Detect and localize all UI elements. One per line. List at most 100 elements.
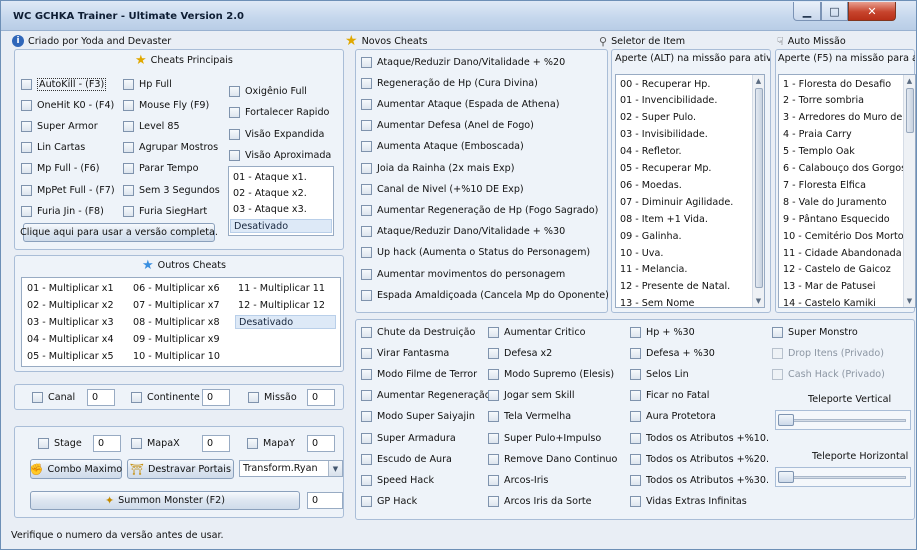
cheat-checkbox[interactable]: Ataque/Reduzir Dano/Vitalidade + %30 xyxy=(361,225,565,239)
checkbox-box[interactable] xyxy=(123,120,134,132)
checkbox-box[interactable] xyxy=(21,120,32,132)
cheat-checkbox[interactable]: Defesa x2 xyxy=(488,346,552,360)
list-item[interactable]: 3 - Arredores do Muro de Se xyxy=(783,111,915,125)
maximize-button[interactable]: □ xyxy=(821,2,848,21)
list-item[interactable]: 12 - Castelo de Gaicoz xyxy=(783,263,891,277)
list-item[interactable]: 12 - Multiplicar 12 xyxy=(238,298,325,312)
cheat-checkbox[interactable]: Super Armadura xyxy=(361,431,456,445)
list-item[interactable]: 4 - Praia Carry xyxy=(783,128,852,142)
cheat-checkbox[interactable]: Espada Amaldiçoada (Cancela Mp do Oponen… xyxy=(361,288,609,302)
list-item[interactable]: 05 - Multiplicar x5 xyxy=(27,349,114,363)
scroll-thumb[interactable] xyxy=(755,88,763,288)
destravar-portais-button[interactable]: ⛩ Destravar Portais xyxy=(127,459,234,479)
list-item[interactable]: 09 - Multiplicar x9 xyxy=(133,332,220,346)
checkbox-box[interactable] xyxy=(361,162,372,174)
checkbox-box[interactable] xyxy=(361,77,372,89)
cheat-checkbox[interactable]: Sem 3 Segundos xyxy=(123,183,220,197)
checkbox-box[interactable] xyxy=(123,142,134,154)
cheat-checkbox[interactable]: Aumentar Critico xyxy=(488,325,586,339)
checkbox-box[interactable] xyxy=(361,390,372,402)
summon-monster-button[interactable]: ✦ Summon Monster (F2) xyxy=(30,491,300,510)
chevron-down-icon[interactable]: ▼ xyxy=(328,461,342,476)
cheat-checkbox[interactable]: Furia SiegHart xyxy=(123,204,207,218)
cheat-checkbox[interactable]: Visão Aproximada xyxy=(229,149,331,163)
list-item[interactable]: 01 - Multiplicar x1 xyxy=(27,281,114,295)
list-item[interactable]: 6 - Calabouço dos Gorgos xyxy=(783,162,906,176)
scroll-thumb[interactable] xyxy=(906,88,914,133)
cheat-checkbox[interactable]: Jogar sem Skill xyxy=(488,389,575,403)
cheat-checkbox[interactable]: Todos os Atributos +%30. xyxy=(630,473,769,487)
cheat-checkbox[interactable]: Hp Full xyxy=(123,77,172,91)
slider-thumb[interactable] xyxy=(778,414,794,426)
checkbox-box[interactable] xyxy=(488,390,499,402)
missao-input[interactable]: 0 xyxy=(307,389,335,406)
list-item[interactable]: 5 - Templo Oak xyxy=(783,145,855,159)
minimize-button[interactable]: ▁ xyxy=(793,2,821,21)
checkbox-box[interactable] xyxy=(630,326,641,338)
checkbox-box[interactable] xyxy=(123,184,134,196)
list-item[interactable]: 03 - Ataque x3. xyxy=(233,202,307,216)
checkbox-box[interactable] xyxy=(21,163,32,175)
scroll-down-icon[interactable]: ▼ xyxy=(904,295,915,307)
mapay-input[interactable]: 0 xyxy=(307,435,335,452)
checkbox-box[interactable] xyxy=(488,347,499,359)
transform-select[interactable]: Transform.Ryan ▼ xyxy=(239,460,343,477)
cheat-checkbox[interactable]: Aura Protetora xyxy=(630,410,716,424)
cheat-checkbox[interactable]: Todos os Atributos +%20. xyxy=(630,452,769,466)
cheat-checkbox[interactable]: Aumentar Regeneração xyxy=(361,389,491,403)
list-item[interactable]: 04 - Multiplicar x4 xyxy=(27,332,114,346)
checkbox-box[interactable] xyxy=(772,326,783,338)
checkbox-box[interactable] xyxy=(488,432,499,444)
cheat-checkbox[interactable]: AutoKill - (F3) xyxy=(21,77,107,91)
mapax-checkbox[interactable]: MapaX xyxy=(131,436,180,450)
checkbox-box[interactable] xyxy=(361,347,372,359)
ataque-listbox[interactable]: 01 - Ataque x1. 02 - Ataque x2. 03 - Ata… xyxy=(228,166,334,236)
checkbox-box[interactable] xyxy=(361,120,372,132)
cheat-checkbox[interactable]: GP Hack xyxy=(361,495,417,509)
cheat-checkbox[interactable]: Ficar no Fatal xyxy=(630,389,709,403)
list-item[interactable]: 13 - Mar de Patusei xyxy=(783,280,876,294)
cheat-checkbox[interactable]: Super Monstro xyxy=(772,325,858,339)
teleporte-horizontal-slider[interactable] xyxy=(775,467,911,487)
checkbox-box[interactable] xyxy=(630,411,641,423)
list-item[interactable]: 11 - Multiplicar 11 xyxy=(238,281,325,295)
title-bar[interactable]: WC GCHKA Trainer - Ultimate Version 2.0 … xyxy=(1,1,916,31)
checkbox-box[interactable] xyxy=(21,78,32,90)
list-item[interactable]: 08 - Item +1 Vida. xyxy=(620,212,708,226)
checkbox-box[interactable] xyxy=(630,453,641,465)
cheat-checkbox[interactable]: Modo Super Saiyajin xyxy=(361,410,475,424)
stage-input[interactable]: 0 xyxy=(93,435,121,452)
list-item[interactable]: 13 - Sem Nome xyxy=(620,297,694,307)
checkbox-box[interactable] xyxy=(630,474,641,486)
cheat-checkbox[interactable]: Parar Tempo xyxy=(123,162,199,176)
list-item[interactable]: 07 - Diminuir Agilidade. xyxy=(620,195,733,209)
cheat-checkbox[interactable]: Level 85 xyxy=(123,119,180,133)
cheat-checkbox[interactable]: Tela Vermelha xyxy=(488,410,571,424)
continente-input[interactable]: 0 xyxy=(202,389,230,406)
cheat-checkbox[interactable]: OneHit K0 - (F4) xyxy=(21,98,114,112)
checkbox-box[interactable] xyxy=(361,268,372,280)
checkbox-box[interactable] xyxy=(361,289,372,301)
combo-maximo-button[interactable]: ✊ Combo Maximo xyxy=(30,459,122,479)
slider-thumb[interactable] xyxy=(778,471,794,483)
cheat-checkbox[interactable]: Lin Cartas xyxy=(21,141,85,155)
mapay-checkbox[interactable]: MapaY xyxy=(247,436,295,450)
checkbox-box[interactable] xyxy=(123,99,134,111)
checkbox-box[interactable] xyxy=(123,163,134,175)
cheat-checkbox[interactable]: Remove Dano Continuo xyxy=(488,452,617,466)
cheat-checkbox[interactable]: Chute da Destruição xyxy=(361,325,475,339)
list-item[interactable]: 10 - Multiplicar 10 xyxy=(133,349,220,363)
checkbox-box[interactable] xyxy=(123,205,134,217)
list-item[interactable]: 10 - Cemitério Dos Mortos xyxy=(783,229,909,243)
checkbox-box[interactable] xyxy=(361,496,372,508)
list-item[interactable]: 03 - Invisibilidade. xyxy=(620,128,708,142)
cheat-checkbox[interactable]: Todos os Atributos +%10. xyxy=(630,431,769,445)
cheat-checkbox[interactable]: Defesa + %30 xyxy=(630,346,715,360)
checkbox-box[interactable] xyxy=(630,347,641,359)
cheat-checkbox[interactable]: Up hack (Aumenta o Status do Personagem) xyxy=(361,246,590,260)
checkbox-box[interactable] xyxy=(361,326,372,338)
cheat-checkbox[interactable]: Escudo de Aura xyxy=(361,452,452,466)
list-item[interactable]: 10 - Uva. xyxy=(620,246,663,260)
outros-listbox[interactable]: 01 - Multiplicar x1 02 - Multiplicar x2 03… xyxy=(21,277,341,367)
continente-checkbox[interactable]: Continente xyxy=(131,390,200,404)
